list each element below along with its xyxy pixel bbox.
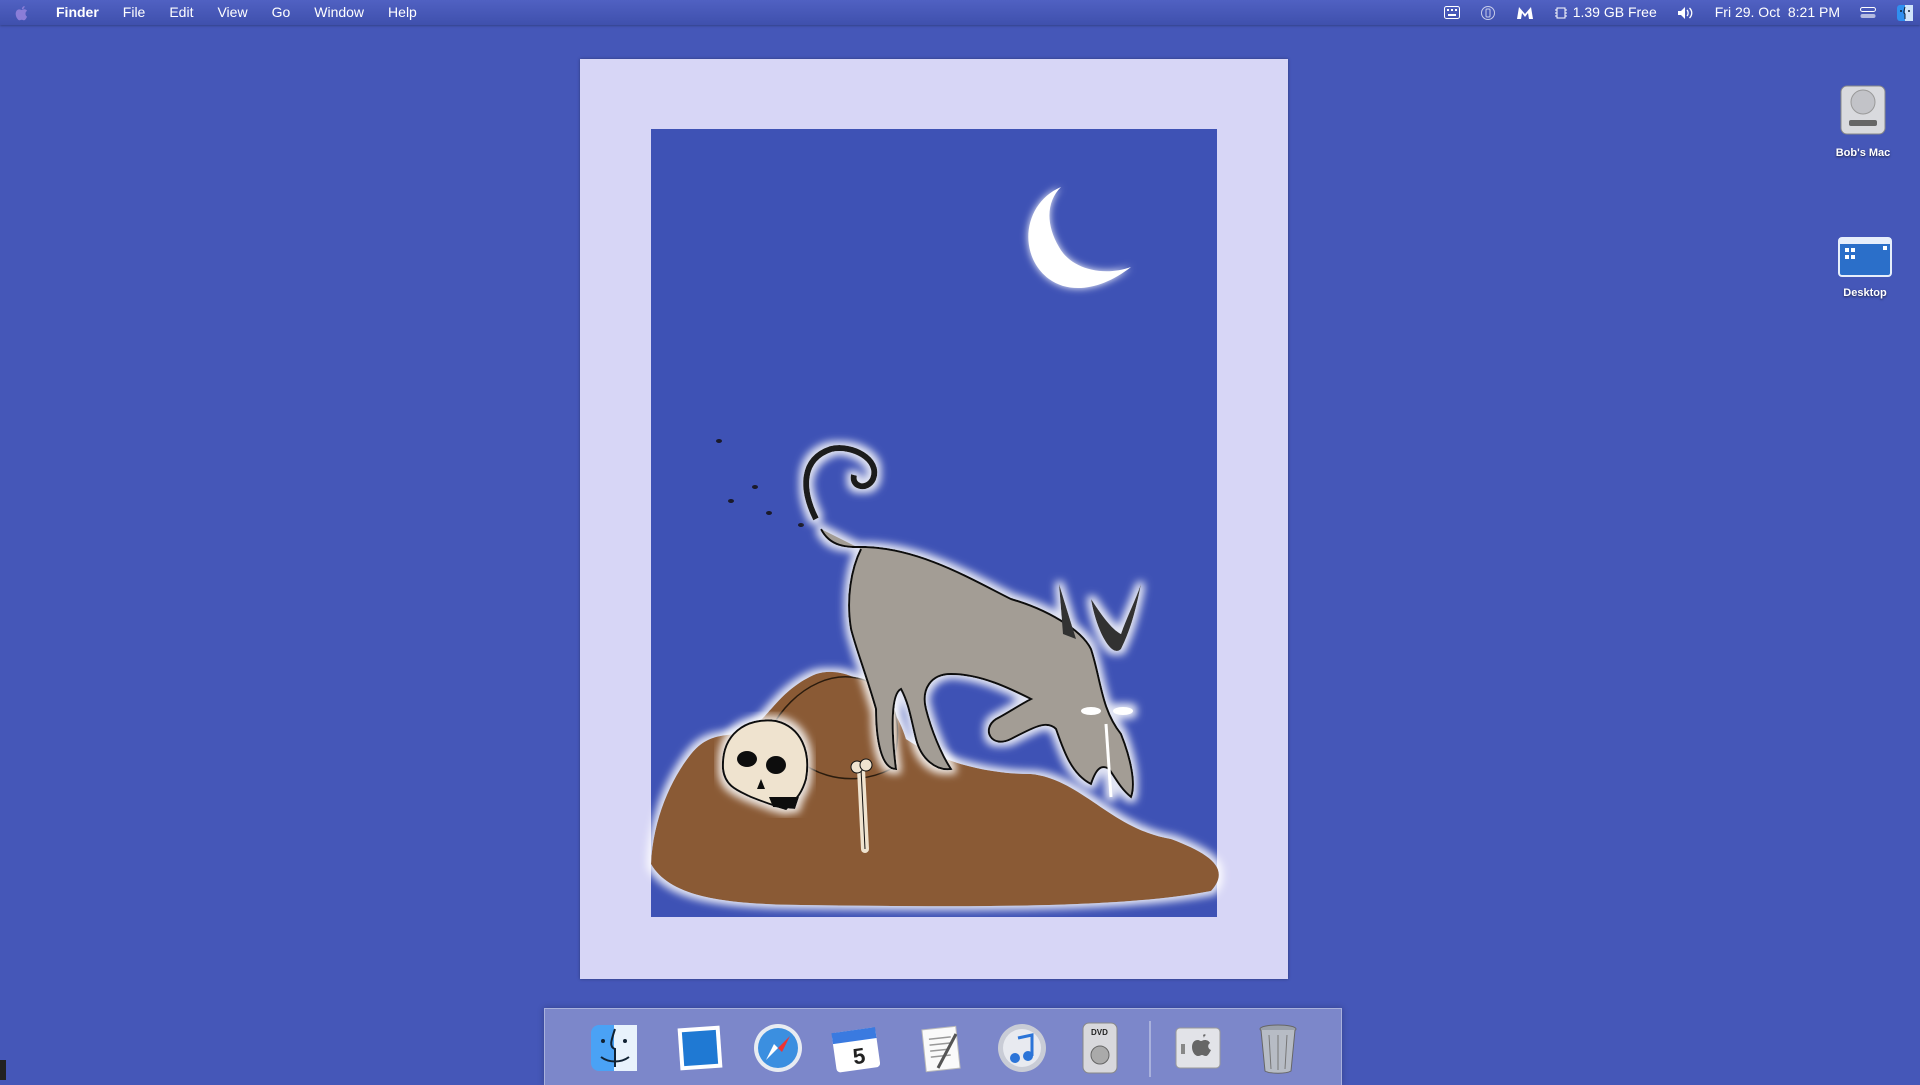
disk-space-indicator[interactable]: 1.39 GB Free (1544, 0, 1667, 25)
menu-go[interactable]: Go (260, 0, 303, 25)
apple-menu-icon[interactable] (0, 5, 44, 21)
desktop-icon-hard-drive[interactable]: Bob's Mac (1808, 82, 1918, 159)
trash-icon (1259, 1024, 1297, 1074)
clock-label[interactable]: Fri 29. Oct 8:21 PM (1705, 0, 1850, 25)
dvd-player-icon: DVD (1082, 1022, 1118, 1074)
dock-item-preview[interactable] (671, 1019, 729, 1077)
dock-item-calendar[interactable]: 5 (827, 1019, 885, 1077)
desktop-folder-icon (1810, 232, 1920, 283)
dock-item-finder[interactable] (585, 1019, 643, 1077)
keyboard-menu-icon[interactable] (1434, 6, 1470, 19)
artwork-illustration (651, 187, 1219, 907)
dock-item-textedit[interactable] (913, 1019, 971, 1077)
dock-item-dvd-player[interactable]: DVD (1071, 1019, 1129, 1077)
night-sky-panel (651, 129, 1219, 917)
crescent-moon-icon (1028, 187, 1131, 289)
dock-separator (1149, 1021, 1151, 1077)
menu-file[interactable]: File (111, 0, 158, 25)
menu-app-finder[interactable]: Finder (44, 0, 111, 25)
itunes-icon (998, 1024, 1046, 1072)
menu-edit[interactable]: Edit (157, 0, 205, 25)
hard-drive-icon (1808, 82, 1918, 143)
dock-item-trash[interactable] (1249, 1019, 1307, 1077)
desktop-icon-desktop-folder[interactable]: Desktop (1810, 232, 1920, 299)
dock-item-itunes[interactable] (993, 1019, 1051, 1077)
volume-menu-icon[interactable] (1667, 6, 1705, 20)
disk-free-label: 1.39 GB Free (1572, 4, 1657, 20)
desktop-icon-label: Desktop (1843, 287, 1887, 299)
system-info-icon (1175, 1027, 1221, 1069)
poster-artwork (580, 59, 1288, 979)
finder-icon (591, 1025, 637, 1071)
dock: 5 DVD (544, 1008, 1342, 1085)
memory-chip-icon (1554, 7, 1567, 18)
calendar-icon: 5 (831, 1027, 881, 1073)
finder-face-menu-icon[interactable] (1886, 4, 1920, 22)
menu-window[interactable]: Window (302, 0, 376, 25)
dock-item-system-information[interactable] (1169, 1019, 1227, 1077)
menu-help[interactable]: Help (376, 0, 429, 25)
hot-corner-indicator (0, 1060, 6, 1080)
menu-view[interactable]: View (205, 0, 259, 25)
textedit-icon (921, 1025, 961, 1073)
preview-icon (677, 1025, 723, 1071)
malwarebytes-menu-icon[interactable] (1506, 6, 1544, 20)
menu-bar: Finder File Edit View Go Window Help 1.3… (0, 0, 1920, 25)
svg-text:DVD: DVD (1091, 1028, 1108, 1037)
desktop-icon-label: Bob's Mac (1835, 147, 1891, 159)
control-center-icon[interactable] (1850, 6, 1886, 19)
timemachine-menu-icon[interactable] (1470, 5, 1506, 21)
safari-icon (754, 1024, 802, 1072)
dock-item-safari[interactable] (749, 1019, 807, 1077)
